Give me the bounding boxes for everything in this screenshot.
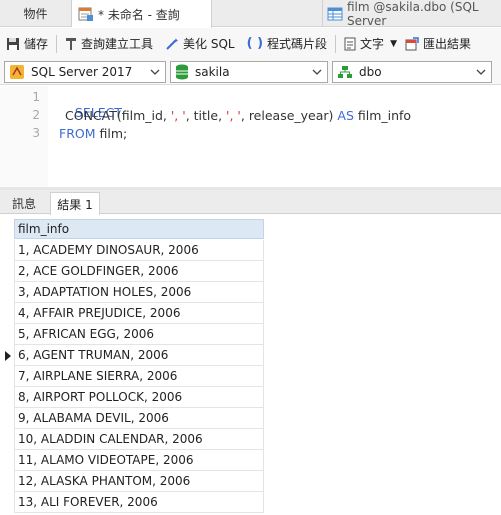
sql-editor[interactable]: 1 2 3 SELECT CONCAT(film_id, ', ', title… bbox=[0, 86, 501, 187]
table-cell: 11, ALAMO VIDEOTAPE, 2006 bbox=[18, 453, 194, 467]
database-value: sakila bbox=[195, 65, 230, 79]
code-snippet-button[interactable]: ( ) 程式碼片段 bbox=[241, 33, 333, 55]
table-row[interactable]: 10, ALADDIN CALENDAR, 2006 bbox=[14, 429, 264, 450]
export-results-button[interactable]: 匯出結果 bbox=[403, 33, 477, 55]
table-row[interactable]: 12, ALASKA PHANTOM, 2006 bbox=[14, 471, 264, 492]
sql-server-icon bbox=[9, 64, 25, 80]
connection-value: SQL Server 2017 bbox=[31, 65, 133, 79]
tab-bar: 物件 * 未命名 - 查詢 film @sakila.dbo (SQL Serv… bbox=[0, 0, 501, 28]
sql-keyword-from: FROM bbox=[59, 126, 96, 141]
column-header-film-info[interactable]: film_info bbox=[14, 219, 264, 239]
export-results-label: 匯出結果 bbox=[422, 37, 471, 51]
line-number: 1 bbox=[32, 90, 40, 104]
code-line-3: FROM film; bbox=[59, 126, 127, 141]
tab-table-film[interactable]: film @sakila.dbo (SQL Server bbox=[322, 0, 501, 28]
svg-text:✦: ✦ bbox=[173, 37, 179, 45]
table-row[interactable]: 11, ALAMO VIDEOTAPE, 2006 bbox=[14, 450, 264, 471]
tab-messages-label: 訊息 bbox=[11, 196, 36, 211]
table-cell: 4, AFFAIR PREJUDICE, 2006 bbox=[18, 306, 181, 320]
table-cell: 10, ALADDIN CALENDAR, 2006 bbox=[18, 432, 203, 446]
tab-query[interactable]: * 未命名 - 查詢 bbox=[72, 0, 212, 28]
table-cell: 8, AIRPORT POLLOCK, 2006 bbox=[18, 390, 183, 404]
schema-select[interactable]: dbo bbox=[332, 61, 492, 83]
toolbar-divider bbox=[56, 34, 58, 53]
tab-result-1[interactable]: 結果 1 bbox=[50, 192, 100, 215]
sql-string: ', ' bbox=[170, 108, 186, 123]
database-select[interactable]: sakila bbox=[170, 61, 328, 83]
sql-string: ', ' bbox=[226, 108, 241, 123]
current-row-marker-icon bbox=[4, 350, 12, 361]
table-cell: 2, ACE GOLDFINGER, 2006 bbox=[18, 264, 179, 278]
sql-args: , release_year) bbox=[240, 108, 338, 123]
connection-selector-row: SQL Server 2017 sakila dbo bbox=[0, 59, 501, 85]
save-button[interactable]: 儲存 bbox=[0, 33, 54, 55]
query-builder-label: 查詢建立工具 bbox=[81, 37, 154, 51]
results-grid: film_info 1, ACADEMY DINOSAUR, 2006 2, AC… bbox=[0, 215, 501, 515]
query-icon bbox=[78, 6, 94, 22]
sql-args: , title, bbox=[185, 108, 227, 123]
table-cell: 9, ALABAMA DEVIL, 2006 bbox=[18, 411, 169, 425]
table-row[interactable]: 13, ALI FOREVER, 2006 bbox=[14, 492, 264, 513]
beautify-sql-button[interactable]: ✦ 美化 SQL bbox=[159, 33, 241, 55]
table-row[interactable]: 2, ACE GOLDFINGER, 2006 bbox=[14, 261, 264, 282]
table-row[interactable]: 1, ACADEMY DINOSAUR, 2006 bbox=[14, 240, 264, 261]
save-label: 儲存 bbox=[24, 37, 49, 51]
table-cell: 5, AFRICAN EGG, 2006 bbox=[18, 327, 154, 341]
text-button[interactable]: 文字 ▼ bbox=[338, 33, 403, 55]
table-cell: 12, ALASKA PHANTOM, 2006 bbox=[18, 474, 191, 488]
schema-icon bbox=[337, 65, 353, 79]
tab-result-label: 結果 1 bbox=[57, 197, 93, 212]
table-row[interactable]: 5, AFRICAN EGG, 2006 bbox=[14, 324, 264, 345]
text-label: 文字 bbox=[360, 37, 385, 51]
line-number: 3 bbox=[32, 126, 40, 140]
column-header-label: film_info bbox=[18, 222, 70, 236]
table-cell: 13, ALI FOREVER, 2006 bbox=[18, 495, 158, 509]
tab-messages[interactable]: 訊息 bbox=[2, 192, 46, 214]
table-row[interactable]: 9, ALABAMA DEVIL, 2006 bbox=[14, 408, 264, 429]
sql-alias: film_info bbox=[353, 108, 412, 123]
magic-wand-icon: ✦ bbox=[165, 37, 179, 51]
table-row[interactable]: 4, AFFAIR PREJUDICE, 2006 bbox=[14, 303, 264, 324]
hammer-icon bbox=[65, 37, 77, 51]
line-number-gutter: 1 2 3 bbox=[0, 86, 48, 187]
tab-table-label: film @sakila.dbo (SQL Server bbox=[347, 0, 479, 28]
database-icon bbox=[175, 64, 189, 80]
table-cell: 3, ADAPTATION HOLES, 2006 bbox=[18, 285, 192, 299]
table-row[interactable]: 3, ADAPTATION HOLES, 2006 bbox=[14, 282, 264, 303]
beautify-sql-label: 美化 SQL bbox=[183, 37, 235, 51]
table-cell: 1, ACADEMY DINOSAUR, 2006 bbox=[18, 243, 199, 257]
tab-objects[interactable]: 物件 bbox=[0, 0, 72, 27]
connection-select[interactable]: SQL Server 2017 bbox=[4, 61, 166, 83]
parentheses-icon: ( ) bbox=[246, 36, 264, 51]
export-icon bbox=[405, 36, 419, 51]
sql-table-name: film; bbox=[95, 126, 128, 141]
table-cell: 6, AGENT TRUMAN, 2006 bbox=[18, 348, 169, 362]
chevron-down-icon: ▼ bbox=[390, 38, 397, 49]
line-number: 2 bbox=[32, 108, 40, 122]
save-icon bbox=[6, 37, 20, 51]
sql-function: CONCAT(film_id, bbox=[65, 108, 171, 123]
results-tab-bar: 訊息 結果 1 bbox=[0, 190, 501, 215]
table-cell: 7, AIRPLANE SIERRA, 2006 bbox=[18, 369, 178, 383]
toolbar: 儲存 查詢建立工具 ✦ 美化 SQL ( ) 程式碼片段 文字 ▼ 匯出結果 bbox=[0, 28, 501, 59]
chevron-down-icon bbox=[476, 66, 486, 80]
table-icon bbox=[327, 7, 343, 21]
code-snippet-label: 程式碼片段 bbox=[267, 37, 328, 51]
code-line-2: CONCAT(film_id, ', ', title, ', ', relea… bbox=[65, 108, 411, 123]
table-row[interactable]: 6, AGENT TRUMAN, 2006 bbox=[14, 345, 264, 366]
tab-query-label: * 未命名 - 查詢 bbox=[98, 7, 180, 22]
table-row[interactable]: 7, AIRPLANE SIERRA, 2006 bbox=[14, 366, 264, 387]
query-builder-button[interactable]: 查詢建立工具 bbox=[59, 33, 159, 55]
toolbar-divider bbox=[335, 34, 337, 53]
schema-value: dbo bbox=[359, 65, 382, 79]
chevron-down-icon bbox=[312, 66, 322, 80]
table-row[interactable]: 8, AIRPORT POLLOCK, 2006 bbox=[14, 387, 264, 408]
document-icon bbox=[344, 37, 356, 51]
sql-keyword-as: AS bbox=[337, 108, 354, 123]
chevron-down-icon bbox=[150, 66, 160, 80]
tab-objects-label: 物件 bbox=[23, 7, 48, 21]
